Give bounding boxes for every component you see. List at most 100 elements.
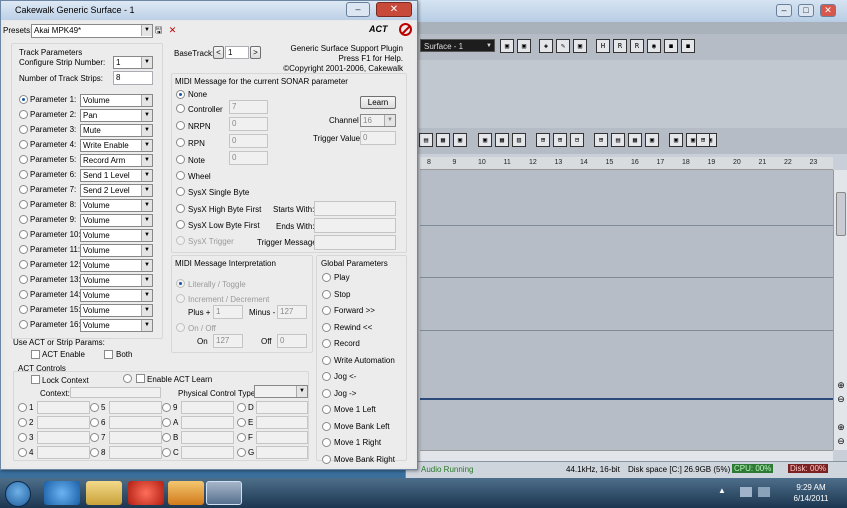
sonar-preset-dropdown[interactable]: Surface - 1 ▼	[420, 39, 495, 52]
parameter-dropdown[interactable]: Mute ▼	[80, 124, 153, 137]
note-radio[interactable]	[176, 155, 185, 164]
vertical-scrollbar[interactable]: ⊕ ⊖ ⊕ ⊖	[833, 170, 847, 450]
parameter-radio[interactable]	[19, 290, 28, 299]
sysx-low-radio[interactable]	[176, 220, 185, 229]
physical-control-type-dropdown[interactable]: ▼	[254, 385, 308, 398]
toolbar-button[interactable]: ◼	[681, 39, 695, 53]
act-learn-radio[interactable]	[123, 374, 132, 383]
act-control-field[interactable]	[256, 446, 308, 459]
global-parameter-radio[interactable]	[322, 405, 331, 414]
parameter-radio[interactable]	[19, 185, 28, 194]
channel-dropdown[interactable]: 16 ▼	[360, 114, 396, 127]
toolbar-button[interactable]: ▣	[500, 39, 514, 53]
global-parameter-radio[interactable]	[322, 421, 331, 431]
parameter-dropdown[interactable]: Volume ▼	[80, 94, 153, 107]
parameter-dropdown[interactable]: Pan ▼	[80, 109, 153, 122]
global-parameter-radio[interactable]	[322, 273, 331, 282]
global-parameter-radio[interactable]	[322, 388, 331, 398]
onoff-radio[interactable]	[176, 323, 185, 332]
media-player-icon[interactable]	[168, 481, 204, 505]
act-control-field[interactable]	[181, 446, 234, 459]
maximize-icon[interactable]: □	[798, 4, 814, 17]
parameter-radio[interactable]	[19, 95, 28, 104]
act-control-field[interactable]	[37, 416, 90, 429]
global-parameter-radio[interactable]	[322, 438, 331, 447]
parameter-radio[interactable]	[19, 125, 28, 134]
act-control-radio[interactable]	[90, 403, 99, 412]
parameter-dropdown[interactable]: Volume ▼	[80, 214, 153, 227]
zoom-out-icon[interactable]: ⊖	[835, 394, 847, 406]
parameter-dropdown[interactable]: Volume ▼	[80, 199, 153, 212]
view-toolbar-button[interactable]: ▥	[512, 133, 526, 147]
view-toolbar-button[interactable]: ▦	[495, 133, 509, 147]
toolbar-button[interactable]: ◉	[647, 39, 661, 53]
act-control-radio[interactable]	[162, 418, 171, 427]
act-control-radio[interactable]	[237, 418, 246, 427]
act-control-radio[interactable]	[90, 448, 99, 457]
parameter-radio[interactable]	[19, 155, 28, 164]
note-field[interactable]: 0	[229, 151, 268, 165]
zoom-out-icon[interactable]: ⊖	[835, 436, 847, 448]
minimize-icon[interactable]: –	[346, 2, 370, 17]
act-control-radio[interactable]	[237, 433, 246, 442]
parameter-dropdown[interactable]: Send 2 Level ▼	[80, 184, 153, 197]
act-control-radio[interactable]	[162, 448, 171, 457]
sonar-app-icon[interactable]	[206, 481, 242, 505]
parameter-dropdown[interactable]: Volume ▼	[80, 289, 153, 302]
toolbar-button[interactable]: R	[630, 39, 644, 53]
parameter-dropdown[interactable]: Volume ▼	[80, 259, 153, 272]
parameter-radio[interactable]	[19, 320, 28, 329]
parameter-dropdown[interactable]: Volume ▼	[80, 319, 153, 332]
act-control-field[interactable]	[109, 431, 162, 444]
act-control-radio[interactable]	[162, 433, 171, 442]
sysx-high-radio[interactable]	[176, 204, 185, 213]
horizontal-scrollbar[interactable]	[420, 450, 833, 461]
act-control-radio[interactable]	[18, 433, 27, 442]
toolbar-button[interactable]: ✎	[556, 39, 570, 53]
view-toolbar-button[interactable]: ▤	[611, 133, 625, 147]
start-button[interactable]	[5, 481, 31, 507]
enable-act-learn-checkbox[interactable]	[136, 374, 145, 383]
toolbar-button[interactable]: H	[596, 39, 610, 53]
parameter-dropdown[interactable]: Write Enable ▼	[80, 139, 153, 152]
parameter-dropdown[interactable]: Volume ▼	[80, 244, 153, 257]
act-control-field[interactable]	[181, 416, 234, 429]
clock[interactable]: 9:29 AM 6/14/2011	[780, 482, 842, 504]
volume-icon[interactable]	[758, 487, 770, 497]
incdec-radio[interactable]	[176, 294, 185, 303]
global-parameter-radio[interactable]	[322, 454, 331, 464]
parameter-radio[interactable]	[19, 230, 28, 239]
act-control-field[interactable]	[181, 431, 234, 444]
parameter-dropdown[interactable]: Record Arm ▼	[80, 154, 153, 167]
act-control-field[interactable]	[37, 446, 90, 459]
view-toolbar-button[interactable]: ▣	[669, 133, 683, 147]
rpn-radio[interactable]	[176, 138, 185, 147]
close-icon[interactable]: ✕	[820, 4, 836, 17]
trigger-message-field[interactable]	[314, 235, 396, 250]
timeline-ruler[interactable]: 8 9 10 11 12 13 14 15 16 17 18 19 20 21 22 23	[420, 157, 833, 170]
toolbar-button[interactable]: ◼	[664, 39, 678, 53]
global-parameter-radio[interactable]	[322, 355, 331, 365]
configure-strip-dropdown[interactable]: 1 ▼	[113, 56, 153, 69]
view-toolbar-button[interactable]: ⊞	[594, 133, 608, 147]
plus-field[interactable]: 1	[213, 305, 243, 319]
both-checkbox[interactable]	[104, 350, 113, 359]
learn-button[interactable]: Learn	[360, 96, 396, 109]
nrpn-field[interactable]: 0	[229, 117, 268, 131]
view-toolbar-button[interactable]: ▣	[453, 133, 467, 147]
presets-dropdown[interactable]: Akai MPK49* ▼	[31, 24, 153, 38]
view-toolbar-button[interactable]: ▤	[419, 133, 433, 147]
pin-icon[interactable]	[128, 481, 164, 505]
dialog-title-bar[interactable]: Cakewalk Generic Surface - 1 – ✕	[1, 1, 417, 20]
act-control-field[interactable]	[109, 446, 162, 459]
parameter-radio[interactable]	[19, 200, 28, 209]
trigger-value-field[interactable]: 0	[360, 131, 396, 145]
global-parameter-radio[interactable]	[322, 289, 331, 299]
rpn-field[interactable]: 0	[229, 134, 268, 148]
parameter-dropdown[interactable]: Volume ▼	[80, 274, 153, 287]
ends-with-field[interactable]	[314, 218, 396, 233]
act-control-radio[interactable]	[90, 433, 99, 442]
controller-radio[interactable]	[176, 104, 185, 113]
view-toolbar-button[interactable]: ⊞	[696, 133, 710, 147]
minimize-icon[interactable]: –	[776, 4, 792, 17]
